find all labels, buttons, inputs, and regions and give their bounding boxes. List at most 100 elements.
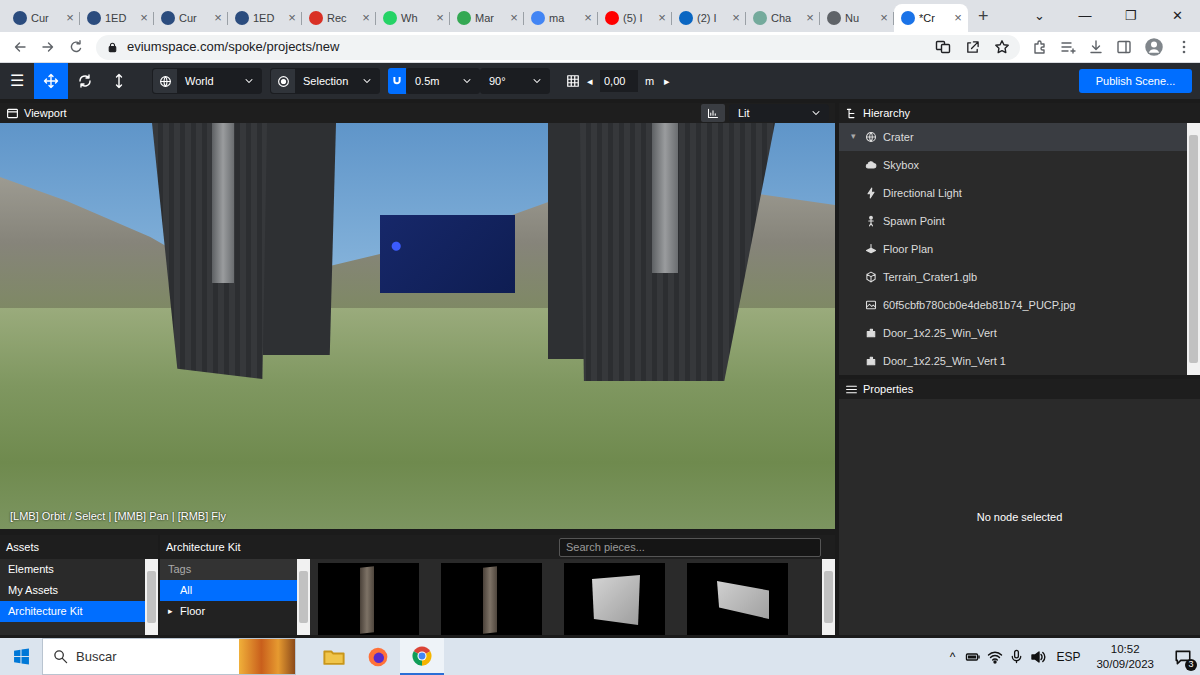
scrollbar-thumb[interactable] — [1189, 135, 1198, 363]
hierarchy-item[interactable]: Door_1x2.25_Win_Vert 1 — [839, 347, 1187, 375]
explorer-icon[interactable] — [323, 646, 345, 668]
tab-label[interactable]: *Cr — [919, 10, 949, 27]
asset-source-item[interactable]: Elements — [0, 559, 145, 580]
publish-button[interactable]: Publish Scene... — [1079, 69, 1192, 94]
asset-source-item[interactable]: My Assets — [0, 580, 145, 601]
browser-tab[interactable]: Cur× — [154, 4, 228, 32]
hierarchy-item-label[interactable]: Door_1x2.25_Win_Vert — [883, 325, 997, 342]
tab-label[interactable]: Wh — [401, 10, 431, 27]
restore-button[interactable]: ❐ — [1108, 0, 1154, 32]
scrollbar[interactable] — [822, 559, 835, 635]
clock[interactable]: 10:5230/09/2023 — [1090, 642, 1160, 672]
snap-distance-dropdown-value[interactable]: 0.5m — [407, 73, 461, 90]
hierarchy-item-label[interactable]: 60f5cbfb780cb0e4deb81b74_PUCP.jpg — [883, 297, 1075, 314]
scale-icon[interactable] — [111, 73, 127, 89]
firefox-icon[interactable] — [367, 646, 389, 668]
asset-source-item[interactable]: Architecture Kit — [0, 601, 145, 622]
tag-item[interactable]: All — [160, 580, 297, 601]
hierarchy-item-label[interactable]: Door_1x2.25_Win_Vert 1 — [883, 353, 1006, 370]
tab-close-button[interactable]: × — [657, 8, 667, 28]
reading-list-icon[interactable] — [1060, 39, 1076, 55]
asset-source-label[interactable]: My Assets — [8, 582, 58, 599]
tab-close-button[interactable]: × — [435, 8, 445, 28]
chrome-icon[interactable] — [411, 645, 433, 667]
tab-label[interactable]: Nu — [845, 10, 875, 27]
tab-close-button[interactable]: × — [805, 8, 815, 28]
tab-close-button[interactable]: × — [213, 8, 223, 28]
input-language[interactable]: ESP — [1052, 648, 1084, 666]
profile-avatar-icon[interactable] — [1144, 37, 1164, 57]
taskbar-search[interactable]: Buscar — [42, 638, 296, 675]
browser-menu-icon[interactable] — [1176, 39, 1192, 55]
browser-tab[interactable]: Mar× — [450, 4, 524, 32]
piece-thumbnail[interactable] — [441, 563, 542, 635]
download-icon[interactable] — [1088, 39, 1104, 55]
scene-view[interactable]: [LMB] Orbit / Select | [MMB] Pan | [RMB]… — [0, 123, 835, 529]
hierarchy-item[interactable]: Directional Light — [839, 179, 1187, 207]
tab-label[interactable]: (2) I — [697, 10, 727, 27]
stats-button[interactable] — [701, 104, 725, 122]
browser-tab[interactable]: Wh× — [376, 4, 450, 32]
grid-decrease-button[interactable]: ◂ — [584, 73, 596, 90]
show-hidden-icons-button[interactable]: ^ — [946, 648, 960, 666]
taskbar-app[interactable] — [312, 638, 356, 675]
asset-source-label[interactable]: Elements — [8, 561, 54, 578]
taskbar-app[interactable] — [400, 638, 444, 675]
scrollbar-thumb[interactable] — [147, 571, 156, 623]
hierarchy-item-label[interactable]: Skybox — [883, 157, 919, 174]
piece-thumbnail[interactable] — [318, 563, 419, 635]
menu-button[interactable]: ☰ — [0, 69, 34, 93]
grid-increase-button[interactable]: ▸ — [661, 73, 673, 90]
hierarchy-item[interactable]: 60f5cbfb780cb0e4deb81b74_PUCP.jpg — [839, 291, 1187, 319]
asset-source-label[interactable]: Architecture Kit — [8, 603, 83, 620]
snap-distance-dropdown[interactable]: 0.5m — [406, 68, 480, 94]
scale-tool-button[interactable] — [102, 63, 136, 99]
clock-time[interactable]: 10:52 — [1096, 642, 1154, 657]
expand-caret[interactable]: ▸ — [168, 605, 176, 619]
network-icon[interactable] — [987, 649, 1003, 665]
scrollbar[interactable] — [145, 559, 158, 635]
transform-space-dropdown-value[interactable]: World — [177, 73, 243, 90]
tab-close-button[interactable]: × — [731, 8, 741, 28]
rotate-icon[interactable] — [77, 73, 93, 89]
browser-tab[interactable]: 1ED× — [228, 4, 302, 32]
share-icon[interactable] — [965, 40, 980, 55]
url-field[interactable]: eviumspace.com/spoke/projects/new — [96, 35, 1020, 60]
tab-label[interactable]: Cha — [771, 10, 801, 27]
expand-toggle[interactable]: ▾ — [847, 130, 859, 144]
browser-tab[interactable]: (2) I× — [672, 4, 746, 32]
tab-close-button[interactable]: × — [509, 8, 519, 28]
search-pieces-field[interactable] — [559, 538, 821, 557]
grid-icon[interactable] — [566, 74, 580, 88]
search-highlight-image[interactable] — [239, 639, 295, 674]
tag-label[interactable]: Floor — [180, 603, 205, 620]
side-panel-icon[interactable] — [1116, 39, 1132, 55]
tab-close-button[interactable]: × — [139, 8, 149, 28]
speaker-icon[interactable] — [1030, 649, 1046, 665]
hierarchy-item[interactable]: Terrain_Crater1.glb — [839, 263, 1187, 291]
hierarchy-item-label[interactable]: Directional Light — [883, 185, 962, 202]
tag-label[interactable]: All — [180, 582, 192, 599]
transform-pivot-dropdown-value[interactable]: Selection — [295, 73, 361, 90]
rotate-tool-button[interactable] — [68, 63, 102, 99]
bookmark-star-icon[interactable] — [994, 39, 1010, 55]
close-window-button[interactable]: ✕ — [1154, 0, 1200, 32]
move-tool-button[interactable] — [34, 63, 68, 99]
shading-dropdown-value[interactable]: Lit — [730, 105, 810, 122]
move-icon[interactable] — [43, 73, 59, 89]
hierarchy-item[interactable]: Floor Plan — [839, 235, 1187, 263]
pucp-image[interactable] — [380, 215, 515, 293]
browser-tab[interactable]: Nu× — [820, 4, 894, 32]
magnet-icon[interactable] — [391, 75, 403, 87]
transform-pivot-dropdown[interactable]: Selection — [270, 68, 380, 94]
tab-label[interactable]: (5) I — [623, 10, 653, 27]
browser-tab[interactable]: Rec× — [302, 4, 376, 32]
extensions-puzzle-icon[interactable] — [1032, 39, 1048, 55]
tag-item[interactable]: ▸ Floor — [160, 601, 297, 622]
grid-height-value[interactable]: 0,00 — [604, 73, 625, 90]
taskbar-search-placeholder[interactable]: Buscar — [76, 647, 116, 667]
hierarchy-item[interactable]: Door_1x2.25_Win_Vert — [839, 319, 1187, 347]
url-text[interactable]: eviumspace.com/spoke/projects/new — [127, 37, 339, 57]
snap-angle-dropdown[interactable]: 90° — [480, 68, 550, 94]
scrollbar-thumb[interactable] — [299, 571, 308, 623]
